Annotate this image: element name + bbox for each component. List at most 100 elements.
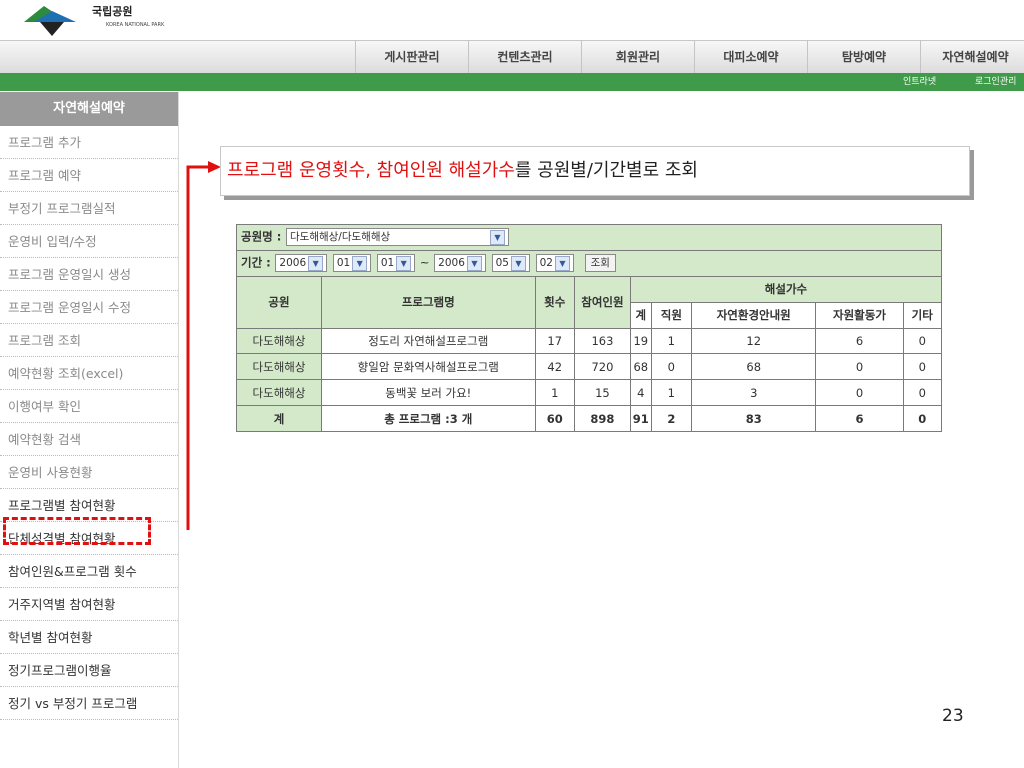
park-select[interactable]: 다도해해상/다도해해상 ▼ <box>286 228 509 247</box>
nav-shelter-reservation[interactable]: 대피소예약 <box>694 41 807 73</box>
cell-other: 0 <box>902 327 943 355</box>
total-label: 계 <box>236 405 322 432</box>
period-tilde: ~ <box>419 255 430 270</box>
from-day-select[interactable]: 01 ▼ <box>376 254 416 273</box>
header-program: 프로그램명 <box>321 275 536 329</box>
header-guides: 해설가수 <box>629 275 943 303</box>
header-nature-guide: 자연환경안내원 <box>691 301 817 329</box>
cell-volunteer: 0 <box>815 379 904 407</box>
cell-nature-guide: 3 <box>691 379 817 407</box>
sidebar-item-regular-vs-irregular[interactable]: 정기 vs 부정기 프로그램 <box>0 687 178 720</box>
cell-total: 4 <box>629 379 652 407</box>
total-other: 0 <box>902 405 943 432</box>
table-row: 다도해해상 정도리 자연해설프로그램 17 163 19 1 12 6 0 <box>236 327 943 355</box>
to-year-value: 2006 <box>438 257 465 270</box>
header-park: 공원 <box>236 275 322 329</box>
sidebar-item-participants-program-count[interactable]: 참여인원&프로그램 횟수 <box>0 555 178 588</box>
table-header-row: 공원 프로그램명 횟수 참여인원 해설가수 <box>236 275 943 329</box>
cell-nature-guide: 12 <box>691 327 817 355</box>
header-staff: 직원 <box>650 301 693 329</box>
header-participants: 참여인원 <box>573 275 631 329</box>
logo-subtext: KOREA NATIONAL PARK <box>106 22 165 28</box>
cell-count: 42 <box>534 353 575 381</box>
table-row: 다도해해상 동백꽃 보러 가요! 1 15 4 1 3 0 0 <box>236 379 943 407</box>
total-volunteer: 6 <box>815 405 904 432</box>
logo-text: 국립공원 <box>92 5 133 18</box>
to-month-value: 05 <box>495 257 509 270</box>
cell-other: 0 <box>902 379 943 407</box>
total-count: 60 <box>534 405 575 432</box>
to-day-value: 02 <box>539 257 553 270</box>
table-row: 다도해해상 향일암 문화역사해설프로그램 42 720 68 0 68 0 0 <box>236 353 943 381</box>
from-year-value: 2006 <box>279 257 307 270</box>
cell-program: 정도리 자연해설프로그램 <box>321 327 536 355</box>
to-year-select[interactable]: 2006 ▼ <box>434 254 486 273</box>
nav-content-management[interactable]: 컨텐츠관리 <box>468 41 581 73</box>
cell-program: 향일암 문화역사해설프로그램 <box>321 353 536 381</box>
park-filter-row: 공원명 : 다도해해상/다도해해상 ▼ <box>236 224 942 251</box>
period-label: 기간 : <box>241 255 271 270</box>
chevron-down-icon: ▼ <box>396 255 412 271</box>
from-year-select[interactable]: 2006 ▼ <box>275 254 328 273</box>
cell-count: 17 <box>534 327 575 355</box>
cell-park: 다도해해상 <box>236 353 322 381</box>
cell-staff: 0 <box>650 353 693 381</box>
nav-nature-interpretation-reservation[interactable]: 자연해설예약 <box>920 41 1024 73</box>
cell-park: 다도해해상 <box>236 327 322 355</box>
description-callout: 프로그램 운영횟수, 참여인원 해설가수를 공원별/기간별로 조회 <box>220 146 970 196</box>
cell-staff: 1 <box>650 379 693 407</box>
total-nature-guide: 83 <box>691 405 817 432</box>
to-month-select[interactable]: 05 ▼ <box>491 254 530 273</box>
cell-staff: 1 <box>650 327 693 355</box>
cell-count: 1 <box>534 379 575 407</box>
cell-participants: 163 <box>573 327 631 355</box>
cell-program: 동백꽃 보러 가요! <box>321 379 536 407</box>
table-total-row: 계 총 프로그램 :3 개 60 898 91 2 83 6 0 <box>236 405 943 432</box>
total-program-count: 총 프로그램 :3 개 <box>321 405 536 432</box>
participation-table: 공원명 : 다도해해상/다도해해상 ▼ 기간 : 2006 ▼ 01 ▼ 01 ▼ ~ … <box>236 224 943 432</box>
park-label: 공원명 : <box>241 229 282 244</box>
cell-participants: 720 <box>573 353 631 381</box>
nav-board-management[interactable]: 게시판관리 <box>355 41 468 73</box>
sidebar-item-participation-by-region[interactable]: 거주지역별 참여현황 <box>0 588 178 621</box>
cell-participants: 15 <box>573 379 631 407</box>
total-staff: 2 <box>650 405 693 432</box>
chevron-down-icon: ▼ <box>510 255 526 271</box>
header-other: 기타 <box>902 301 943 329</box>
header-volunteer: 자원활동가 <box>815 301 904 329</box>
from-month-value: 01 <box>336 257 351 270</box>
nav-member-management[interactable]: 회원관리 <box>581 41 694 73</box>
header-count: 횟수 <box>534 275 575 329</box>
header-total: 계 <box>629 301 652 329</box>
cell-volunteer: 6 <box>815 327 904 355</box>
cell-total: 19 <box>629 327 652 355</box>
from-month-select[interactable]: 01 ▼ <box>332 254 372 273</box>
chevron-down-icon: ▼ <box>490 230 505 246</box>
cell-total: 68 <box>629 353 652 381</box>
nav-trail-reservation[interactable]: 탐방예약 <box>807 41 920 73</box>
callout-rest-text: 를 공원별/기간별로 조회 <box>514 160 698 181</box>
callout-highlight-text: 프로그램 운영횟수, 참여인원 해설가수 <box>227 160 515 181</box>
cell-volunteer: 0 <box>815 353 904 381</box>
total-participants: 898 <box>573 405 631 432</box>
main-menu: 게시판관리 컨텐츠관리 회원관리 대피소예약 탐방예약 자연해설예약 <box>355 41 1024 73</box>
search-button[interactable]: 조회 <box>584 254 616 273</box>
utility-bar: 인트라넷 로그인관리 <box>0 73 1024 91</box>
sidebar-title: 자연해설예약 <box>0 92 178 126</box>
chevron-down-icon: ▼ <box>308 255 324 271</box>
park-select-value: 다도해해상/다도해해상 <box>290 231 391 244</box>
top-navigation-bar: 게시판관리 컨텐츠관리 회원관리 대피소예약 탐방예약 자연해설예약 <box>0 40 1024 73</box>
cell-nature-guide: 68 <box>691 353 817 381</box>
cell-other: 0 <box>902 353 943 381</box>
page-number: 23 <box>942 706 964 726</box>
national-park-logo[interactable]: 국립공원 KOREA NATIONAL PARK <box>22 2 172 36</box>
mountain-logo-icon <box>24 6 76 36</box>
chevron-down-icon: ▼ <box>352 255 368 271</box>
login-management-link[interactable]: 로그인관리 <box>975 73 1016 91</box>
intranet-link[interactable]: 인트라넷 <box>903 73 936 91</box>
to-day-select[interactable]: 02 ▼ <box>535 254 574 273</box>
sidebar-item-regular-program-rate[interactable]: 정기프로그램이행율 <box>0 654 178 687</box>
chevron-down-icon: ▼ <box>466 255 482 271</box>
callout-connector <box>186 161 221 530</box>
sidebar-item-participation-by-grade[interactable]: 학년별 참여현황 <box>0 621 178 654</box>
